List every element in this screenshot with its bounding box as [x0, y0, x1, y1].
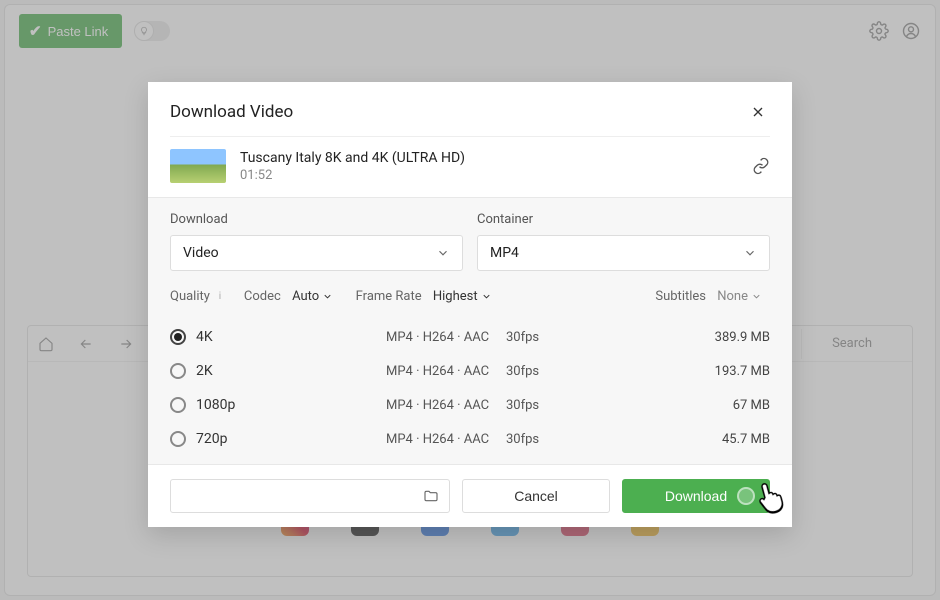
quality-format: MP4 · H264 · AAC: [386, 364, 506, 379]
chevron-down-icon: [751, 291, 762, 302]
filter-row: Quality i Codec Auto Frame Rate Highest …: [148, 271, 792, 314]
quality-name: 2K: [196, 363, 386, 379]
click-ripple: [737, 487, 755, 505]
output-folder-input[interactable]: [170, 479, 450, 513]
select-row: Download Video Container MP4: [148, 198, 792, 271]
codec-filter-select[interactable]: Auto: [292, 289, 333, 304]
close-button[interactable]: [746, 100, 770, 124]
quality-fps: 30fps: [506, 364, 586, 379]
download-button[interactable]: Download: [622, 479, 770, 513]
cancel-label: Cancel: [514, 488, 558, 504]
download-type-label: Download: [170, 212, 463, 227]
quality-name: 1080p: [196, 397, 386, 413]
divider: [170, 136, 770, 137]
codec-filter-label: Codec: [244, 289, 281, 304]
chevron-down-icon: [481, 291, 492, 302]
quality-format: MP4 · H264 · AAC: [386, 432, 506, 447]
container-value: MP4: [490, 245, 519, 261]
radio-selected-icon: [170, 329, 186, 345]
quality-name: 4K: [196, 329, 386, 345]
quality-row[interactable]: 1080p MP4 · H264 · AAC 30fps 67 MB: [170, 388, 770, 422]
subtitles-filter-select[interactable]: None: [717, 289, 762, 304]
folder-icon: [423, 488, 439, 504]
info-icon[interactable]: i: [214, 291, 226, 303]
download-type-select[interactable]: Video: [170, 235, 463, 271]
modal-footer: Cancel Download: [148, 464, 792, 527]
chevron-down-icon: [743, 246, 757, 260]
download-label: Download: [665, 488, 727, 504]
framerate-filter-select[interactable]: Highest: [433, 289, 492, 304]
quality-format: MP4 · H264 · AAC: [386, 330, 506, 345]
download-modal: Download Video Tuscany Italy 8K and 4K (…: [148, 82, 792, 527]
chevron-down-icon: [322, 291, 333, 302]
framerate-filter-label: Frame Rate: [356, 289, 422, 304]
link-icon[interactable]: [752, 157, 770, 175]
container-label: Container: [477, 212, 770, 227]
radio-unselected-icon: [170, 363, 186, 379]
quality-fps: 30fps: [506, 330, 586, 345]
quality-format: MP4 · H264 · AAC: [386, 398, 506, 413]
radio-unselected-icon: [170, 431, 186, 447]
quality-size: 389.9 MB: [586, 330, 770, 345]
options-section: Download Video Container MP4: [148, 197, 792, 464]
quality-size: 67 MB: [586, 398, 770, 413]
download-type-value: Video: [183, 245, 219, 261]
video-thumbnail: [170, 149, 226, 183]
radio-unselected-icon: [170, 397, 186, 413]
quality-name: 720p: [196, 431, 386, 447]
quality-row[interactable]: 2K MP4 · H264 · AAC 30fps 193.7 MB: [170, 354, 770, 388]
subtitles-filter-label: Subtitles: [655, 289, 706, 304]
quality-size: 193.7 MB: [586, 364, 770, 379]
modal-title: Download Video: [170, 102, 293, 122]
video-duration: 01:52: [240, 168, 465, 183]
modal-header: Download Video: [148, 82, 792, 136]
quality-row[interactable]: 720p MP4 · H264 · AAC 30fps 45.7 MB: [170, 422, 770, 456]
video-title: Tuscany Italy 8K and 4K (ULTRA HD): [240, 150, 465, 166]
quality-fps: 30fps: [506, 398, 586, 413]
close-icon: [750, 104, 766, 120]
chevron-down-icon: [436, 246, 450, 260]
quality-row[interactable]: 4K MP4 · H264 · AAC 30fps 389.9 MB: [170, 320, 770, 354]
quality-size: 45.7 MB: [586, 432, 770, 447]
quality-list: 4K MP4 · H264 · AAC 30fps 389.9 MB 2K MP…: [148, 314, 792, 464]
container-select[interactable]: MP4: [477, 235, 770, 271]
video-info-row: Tuscany Italy 8K and 4K (ULTRA HD) 01:52: [148, 149, 792, 197]
cancel-button[interactable]: Cancel: [462, 479, 610, 513]
quality-fps: 30fps: [506, 432, 586, 447]
quality-filter-label: Quality: [170, 289, 210, 304]
